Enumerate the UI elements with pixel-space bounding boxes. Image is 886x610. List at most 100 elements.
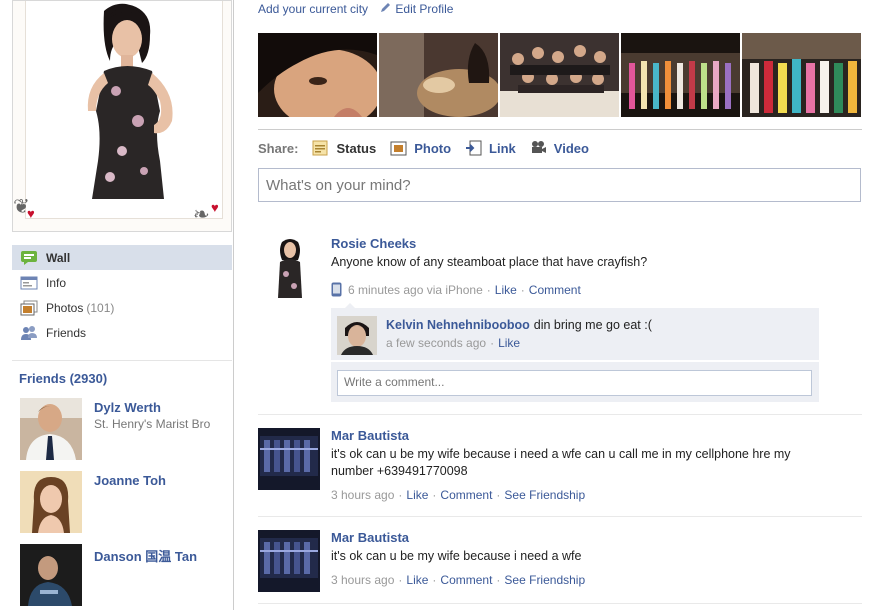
story-meta: 3 hours ago · Like · Comment · See Friendship [331, 488, 585, 502]
comment-text: din bring me go eat :( [533, 318, 652, 332]
like-link[interactable]: Like [406, 488, 428, 502]
like-link[interactable]: Like [406, 573, 428, 587]
separator: · [398, 573, 403, 587]
nav-label: Info [46, 275, 67, 290]
divider [258, 129, 862, 130]
profile-photo-image [87, 3, 173, 199]
feed-story: Mar Bautista it's ok can u be my wife be… [258, 428, 862, 508]
profile-picture-frame [25, 1, 223, 219]
story-message: Anyone know of any steamboat place that … [331, 255, 648, 269]
story-message: it's ok can u be my wife because i need … [331, 549, 582, 563]
strip-photo[interactable] [379, 33, 498, 117]
comment-link[interactable]: Comment [440, 573, 492, 587]
friend-name[interactable]: Joanne Toh [94, 473, 166, 488]
profile-top-links: Add your current city Edit Profile [258, 2, 453, 16]
share-video-tab[interactable]: Video [530, 140, 589, 156]
story-time: 3 hours ago [331, 573, 395, 587]
friend-name[interactable]: Danson 国温 Tan [94, 546, 197, 565]
comment-author: Kelvin Nehnehnibooboo din bring me go eat… [386, 318, 652, 332]
photos-icon [20, 300, 38, 316]
nav-item-friends[interactable]: Friends [12, 320, 232, 345]
friends-title[interactable]: Friends (2930) [19, 371, 232, 386]
comment-time: a few seconds ago [386, 336, 487, 350]
separator: · [490, 336, 495, 350]
edit-profile-link[interactable]: Edit Profile [379, 2, 453, 16]
separator: · [496, 488, 501, 502]
add-city-link[interactable]: Add your current city [258, 2, 368, 16]
friend-avatar[interactable] [20, 398, 82, 460]
nav-item-wall[interactable]: Wall [12, 245, 232, 270]
link-icon [465, 140, 482, 156]
info-icon [20, 275, 38, 291]
strip-photo[interactable] [621, 33, 740, 117]
story-time: 3 hours ago [331, 488, 395, 502]
comment-author-name[interactable]: Kelvin Nehnehnibooboo [386, 318, 530, 332]
strip-photo[interactable] [742, 33, 861, 117]
like-link[interactable]: Like [495, 283, 517, 297]
video-icon [530, 140, 547, 156]
story-message: it's ok can u be my wife because i need … [331, 447, 791, 478]
left-column: ♥ ♥ ❦ ❧ Wall Info Photos (101) Friends F… [0, 0, 234, 610]
story-avatar[interactable] [258, 530, 320, 592]
friends-icon [20, 325, 38, 341]
comment-avatar[interactable] [337, 316, 377, 355]
divider [258, 603, 862, 604]
share-option-label: Link [489, 140, 516, 156]
share-bar: Share: Status Photo Link Video [258, 139, 603, 157]
nav-count: (101) [86, 300, 115, 315]
strip-photo[interactable] [258, 33, 377, 117]
wall-icon [20, 250, 38, 266]
friend-avatar[interactable] [20, 544, 82, 606]
friend-avatar[interactable] [20, 471, 82, 533]
nav-label: Friends [46, 325, 87, 340]
story-actor-name[interactable]: Mar Bautista [331, 428, 409, 443]
photo-strip [258, 33, 862, 117]
story-actor-name[interactable]: Mar Bautista [331, 530, 409, 545]
nav-label: Photos [46, 300, 84, 315]
nav-item-info[interactable]: Info [12, 270, 232, 295]
pencil-icon [381, 3, 391, 12]
share-option-label: Photo [414, 140, 452, 156]
comment-like-link[interactable]: Like [498, 336, 520, 350]
share-option-label: Status [336, 140, 377, 156]
heart-icon: ♥ [211, 200, 219, 215]
comment-meta: a few seconds ago · Like [386, 336, 520, 350]
edit-profile-label: Edit Profile [395, 2, 454, 16]
share-status-tab[interactable]: Status [312, 140, 376, 156]
friend-network: St. Henry's Marist Bro [94, 417, 211, 431]
see-friendship-link[interactable]: See Friendship [504, 488, 585, 502]
profile-picture[interactable]: ♥ ♥ ❦ ❧ [12, 0, 232, 232]
photo-icon [390, 140, 407, 156]
share-photo-tab[interactable]: Photo [390, 140, 451, 156]
separator: · [432, 488, 437, 502]
story-meta: 3 hours ago · Like · Comment · See Friendship [331, 573, 585, 587]
status-composer-input[interactable]: What's on your mind? [258, 168, 861, 202]
nav-item-photos[interactable]: Photos (101) [12, 295, 232, 320]
separator: · [486, 283, 491, 297]
separator: · [520, 283, 525, 297]
friend-name[interactable]: Dylz Werth [94, 400, 161, 415]
friend-item[interactable]: Joanne Toh [20, 471, 232, 533]
comment-link[interactable]: Comment [529, 283, 581, 297]
share-label: Share: [258, 140, 299, 156]
story-avatar[interactable] [258, 428, 320, 490]
strip-photo[interactable] [500, 33, 619, 117]
feed-story: Mar Bautista it's ok can u be my wife be… [258, 530, 862, 596]
separator: · [432, 573, 437, 587]
separator: · [496, 573, 501, 587]
share-option-label: Video [553, 140, 589, 156]
see-friendship-link[interactable]: See Friendship [504, 573, 585, 587]
friend-item[interactable]: Danson 国温 Tan [20, 544, 232, 606]
comment-box: Write a comment... [331, 362, 819, 402]
story-time: 6 minutes ago via iPhone [348, 283, 483, 297]
story-actor-name[interactable]: Rosie Cheeks [331, 236, 416, 251]
status-icon [312, 140, 329, 156]
friend-item[interactable]: Dylz Werth St. Henry's Marist Bro [20, 398, 232, 460]
iphone-icon [331, 282, 342, 297]
write-comment-input[interactable]: Write a comment... [337, 370, 812, 396]
comment-link[interactable]: Comment [440, 488, 492, 502]
ornament-icon: ❦ [13, 196, 30, 218]
share-link-tab[interactable]: Link [465, 140, 516, 156]
story-avatar[interactable] [258, 236, 320, 298]
profile-nav: Wall Info Photos (101) Friends [12, 245, 232, 345]
